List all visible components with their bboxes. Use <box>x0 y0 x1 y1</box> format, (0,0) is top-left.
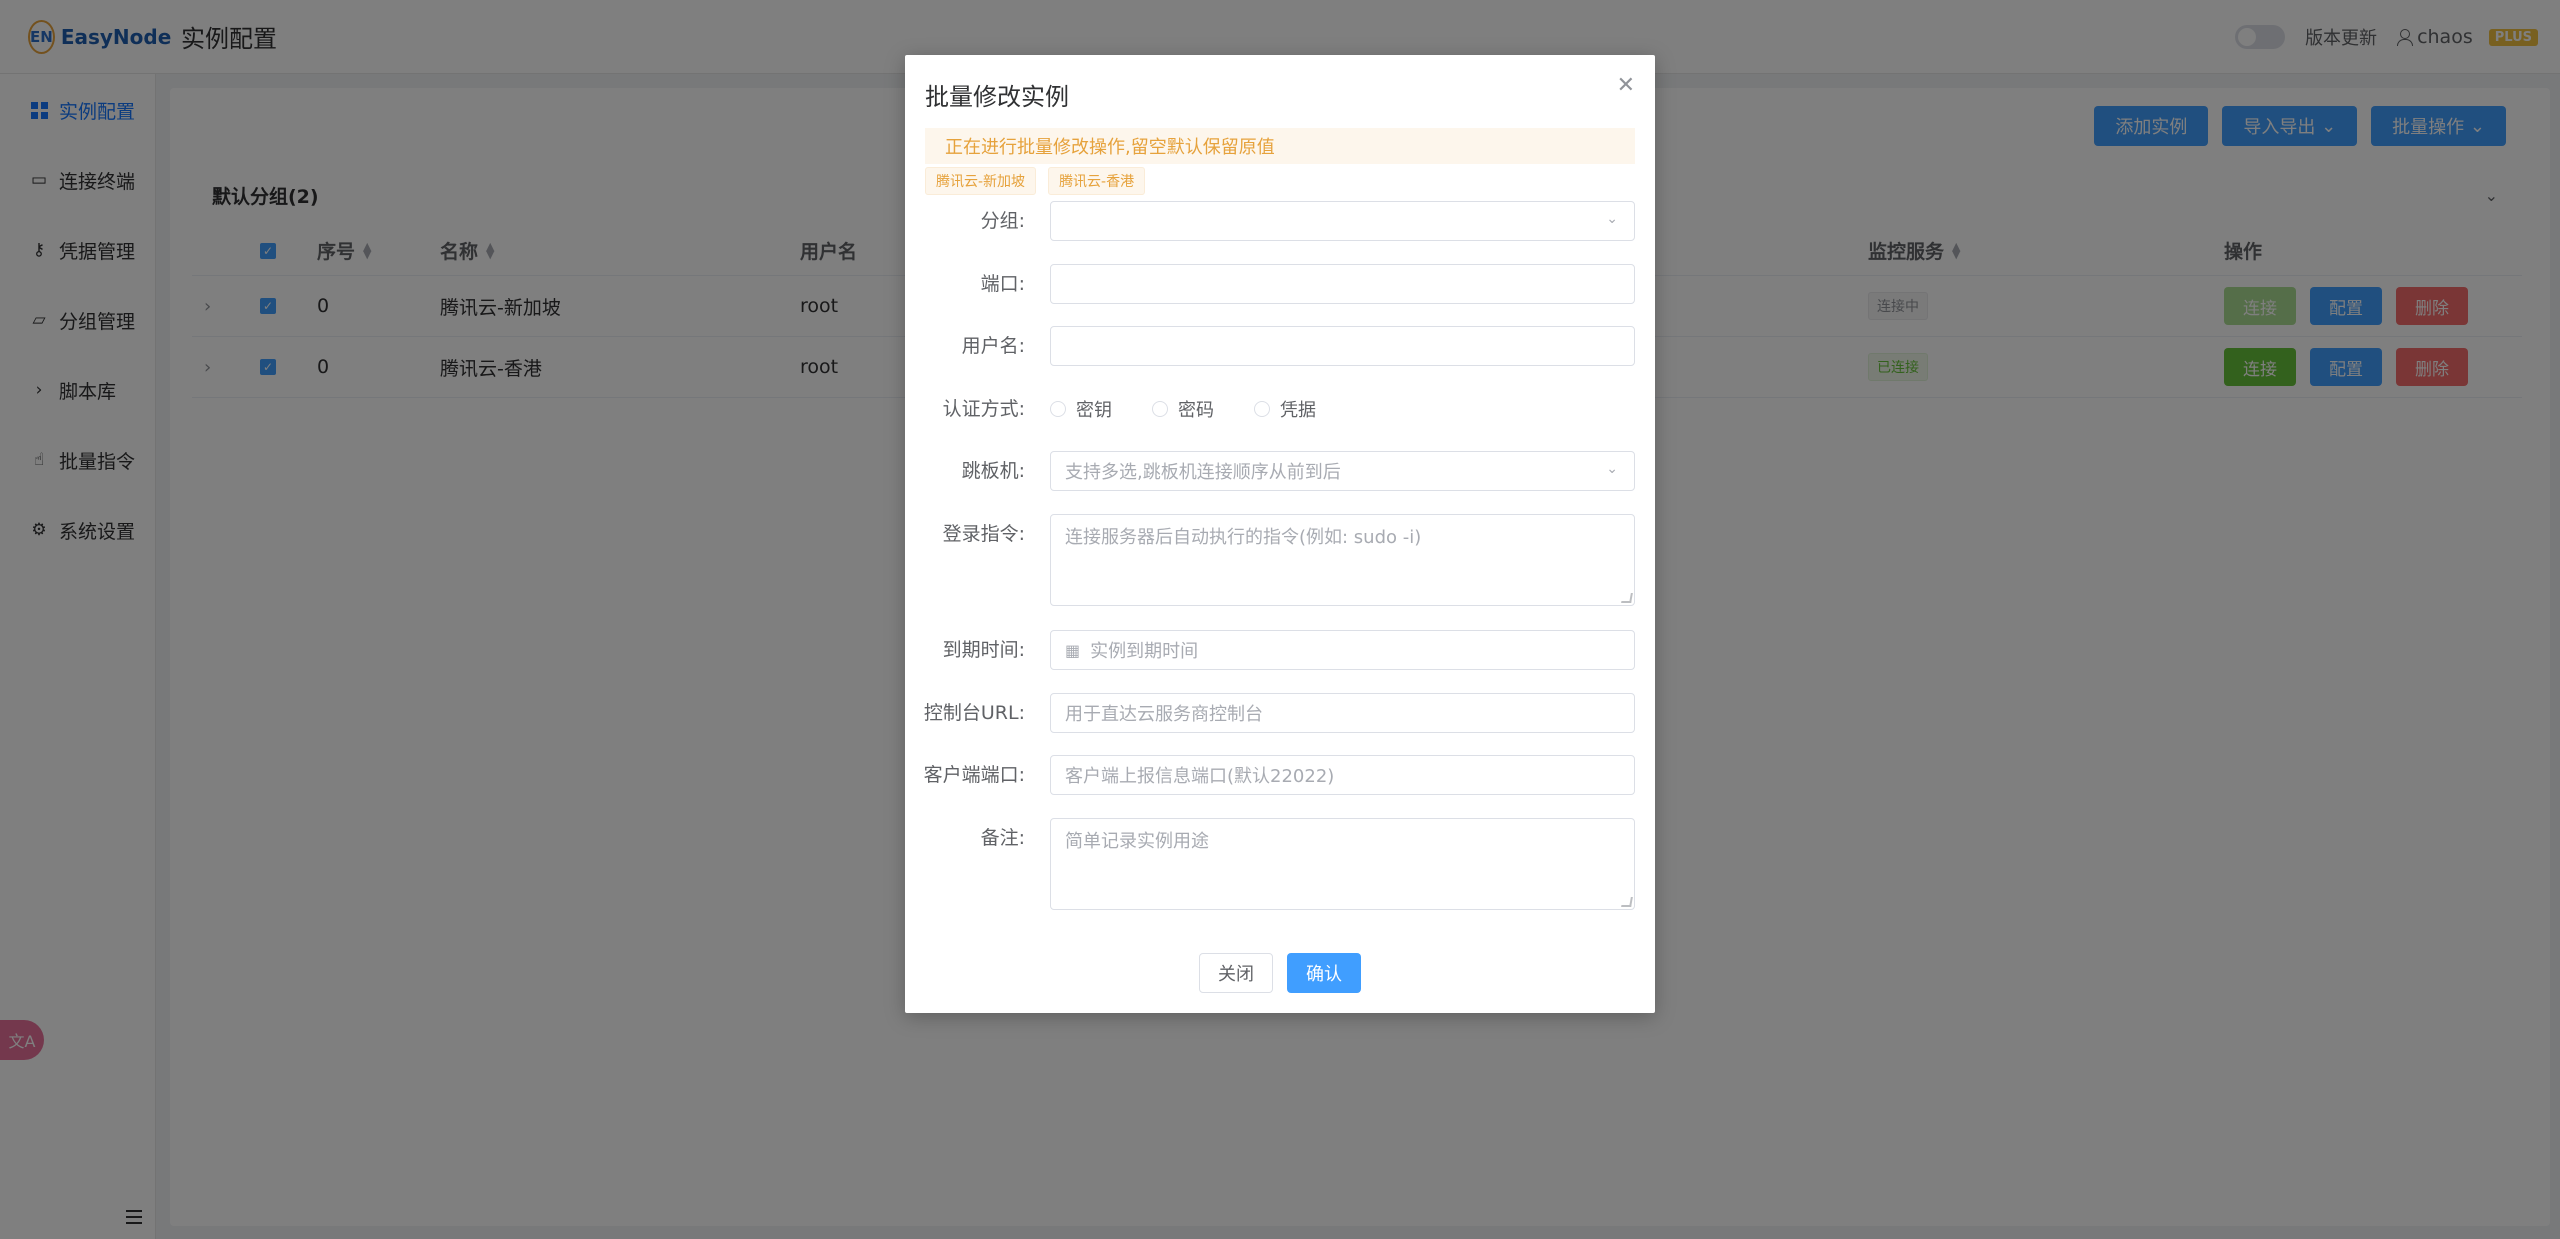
login-cmd-textarea[interactable]: 连接服务器后自动执行的指令(例如: sudo -i) <box>1050 514 1635 606</box>
console-url-label: 控制台URL: <box>923 702 1025 724</box>
remark-label: 备注: <box>980 827 1025 849</box>
instance-tag: 腾讯云-新加坡 <box>925 167 1037 195</box>
client-port-input[interactable]: 客户端上报信息端口(默认22022) <box>1050 755 1635 795</box>
chevron-down-icon: ⌄ <box>1606 461 1618 477</box>
dialog-footer: 关闭 确认 <box>905 953 1655 993</box>
remark-textarea[interactable]: 简单记录实例用途 <box>1050 818 1635 910</box>
batch-edit-dialog: 批量修改实例 ✕ 正在进行批量修改操作,留空默认保留原值 腾讯云-新加坡 腾讯云… <box>905 55 1655 1013</box>
confirm-button[interactable]: 确认 <box>1287 953 1361 993</box>
batch-edit-alert: 正在进行批量修改操作,留空默认保留原值 <box>925 128 1635 164</box>
selected-instance-tags: 腾讯云-新加坡 腾讯云-香港 <box>925 167 1146 195</box>
expire-date-picker[interactable]: ▦ 实例到期时间 <box>1050 630 1635 670</box>
username-input[interactable] <box>1050 326 1635 366</box>
auth-label: 认证方式: <box>942 398 1025 420</box>
login-cmd-label: 登录指令: <box>942 523 1025 545</box>
jump-label: 跳板机: <box>961 460 1025 482</box>
auth-radio-password[interactable]: 密码 <box>1152 396 1214 422</box>
client-port-label: 客户端端口: <box>923 764 1025 786</box>
dialog-title: 批量修改实例 <box>925 83 1069 111</box>
auth-radio-key[interactable]: 密钥 <box>1050 396 1112 422</box>
group-label: 分组: <box>980 210 1025 232</box>
username-label: 用户名: <box>961 335 1025 357</box>
expire-label: 到期时间: <box>942 639 1025 661</box>
close-icon[interactable]: ✕ <box>1617 73 1635 98</box>
auth-radio-group: 密钥 密码 凭据 <box>1050 389 1316 429</box>
group-select[interactable]: ⌄ <box>1050 201 1635 241</box>
calendar-icon: ▦ <box>1065 640 1081 660</box>
jump-host-select[interactable]: 支持多选,跳板机连接顺序从前到后 ⌄ <box>1050 451 1635 491</box>
instance-tag: 腾讯云-香港 <box>1048 167 1146 195</box>
close-button[interactable]: 关闭 <box>1199 953 1273 993</box>
port-input[interactable] <box>1050 264 1635 304</box>
auth-radio-credential[interactable]: 凭据 <box>1254 396 1316 422</box>
port-label: 端口: <box>980 273 1025 295</box>
console-url-input[interactable]: 用于直达云服务商控制台 <box>1050 693 1635 733</box>
chevron-down-icon: ⌄ <box>1606 211 1618 227</box>
